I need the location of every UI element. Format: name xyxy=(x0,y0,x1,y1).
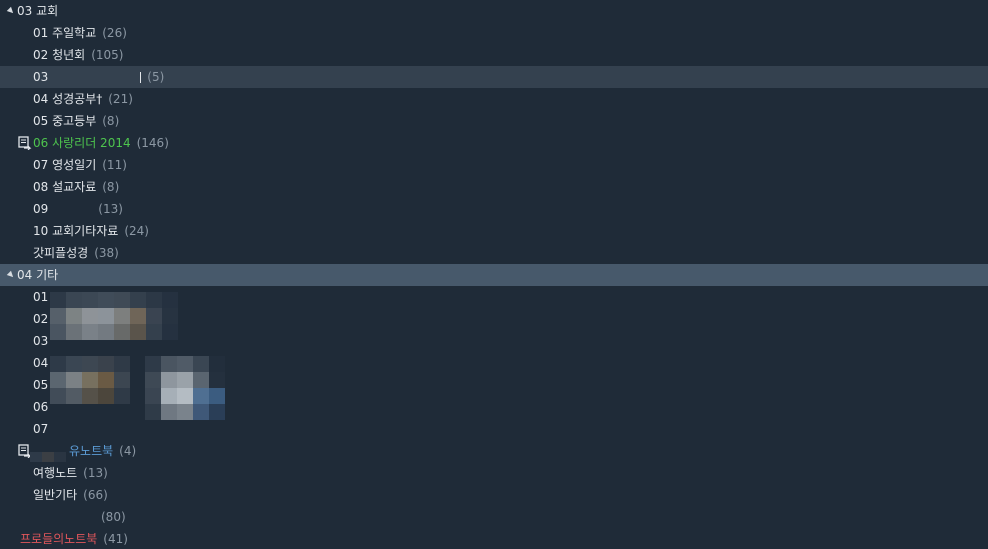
notebook-tree: 03 교회 01 주일학교 (26) 02 청년회 (105) 03 (5) 04 성… xyxy=(0,0,988,549)
notebook-item[interactable]: 10 교회기타자료 (24) xyxy=(0,220,988,242)
redacted-thumbnail xyxy=(30,452,66,462)
expand-triangle-icon[interactable] xyxy=(6,6,16,15)
group-label: 03 교회 xyxy=(17,4,59,18)
text-cursor xyxy=(140,72,142,83)
group-04-etc[interactable]: 04 기타 xyxy=(0,264,988,286)
notebook-item-shared[interactable]: 06 사랑리더 2014 (146) xyxy=(0,132,988,154)
notebook-item[interactable]: 07 xyxy=(0,418,988,440)
notebook-item[interactable]: 02 청년회 (105) xyxy=(0,44,988,66)
notebook-item[interactable]: (80) xyxy=(0,506,988,528)
shared-notebook-sync-icon xyxy=(18,136,32,150)
notebook-item-footer[interactable]: 프로들의노트북 (41) xyxy=(0,528,988,549)
redacted-thumbnail xyxy=(50,356,130,404)
notebook-item[interactable]: 갓피플성경 (38) xyxy=(0,242,988,264)
notebook-item[interactable]: 04 성경공부† (21) xyxy=(0,88,988,110)
notebook-item[interactable]: 08 설교자료 (8) xyxy=(0,176,988,198)
notebook-item[interactable]: 여행노트 (13) xyxy=(0,462,988,484)
notebook-item[interactable]: 09 (13) xyxy=(0,198,988,220)
expand-triangle-icon[interactable] xyxy=(6,270,16,279)
redacted-thumbnail xyxy=(145,356,225,420)
notebook-item[interactable]: 05 중고등부 (8) xyxy=(0,110,988,132)
notebook-item-selected[interactable]: 03 (5) xyxy=(0,66,988,88)
notebook-item[interactable]: 01 주일학교 (26) xyxy=(0,22,988,44)
notebook-item-shared[interactable]: 유노트북 (4) xyxy=(0,440,988,462)
group-label: 04 기타 xyxy=(17,268,59,282)
notebook-item[interactable]: 07 영성일기 (11) xyxy=(0,154,988,176)
notebook-item[interactable]: 일반기타 (66) xyxy=(0,484,988,506)
redacted-thumbnail xyxy=(50,292,178,340)
group-03-church[interactable]: 03 교회 xyxy=(0,0,988,22)
